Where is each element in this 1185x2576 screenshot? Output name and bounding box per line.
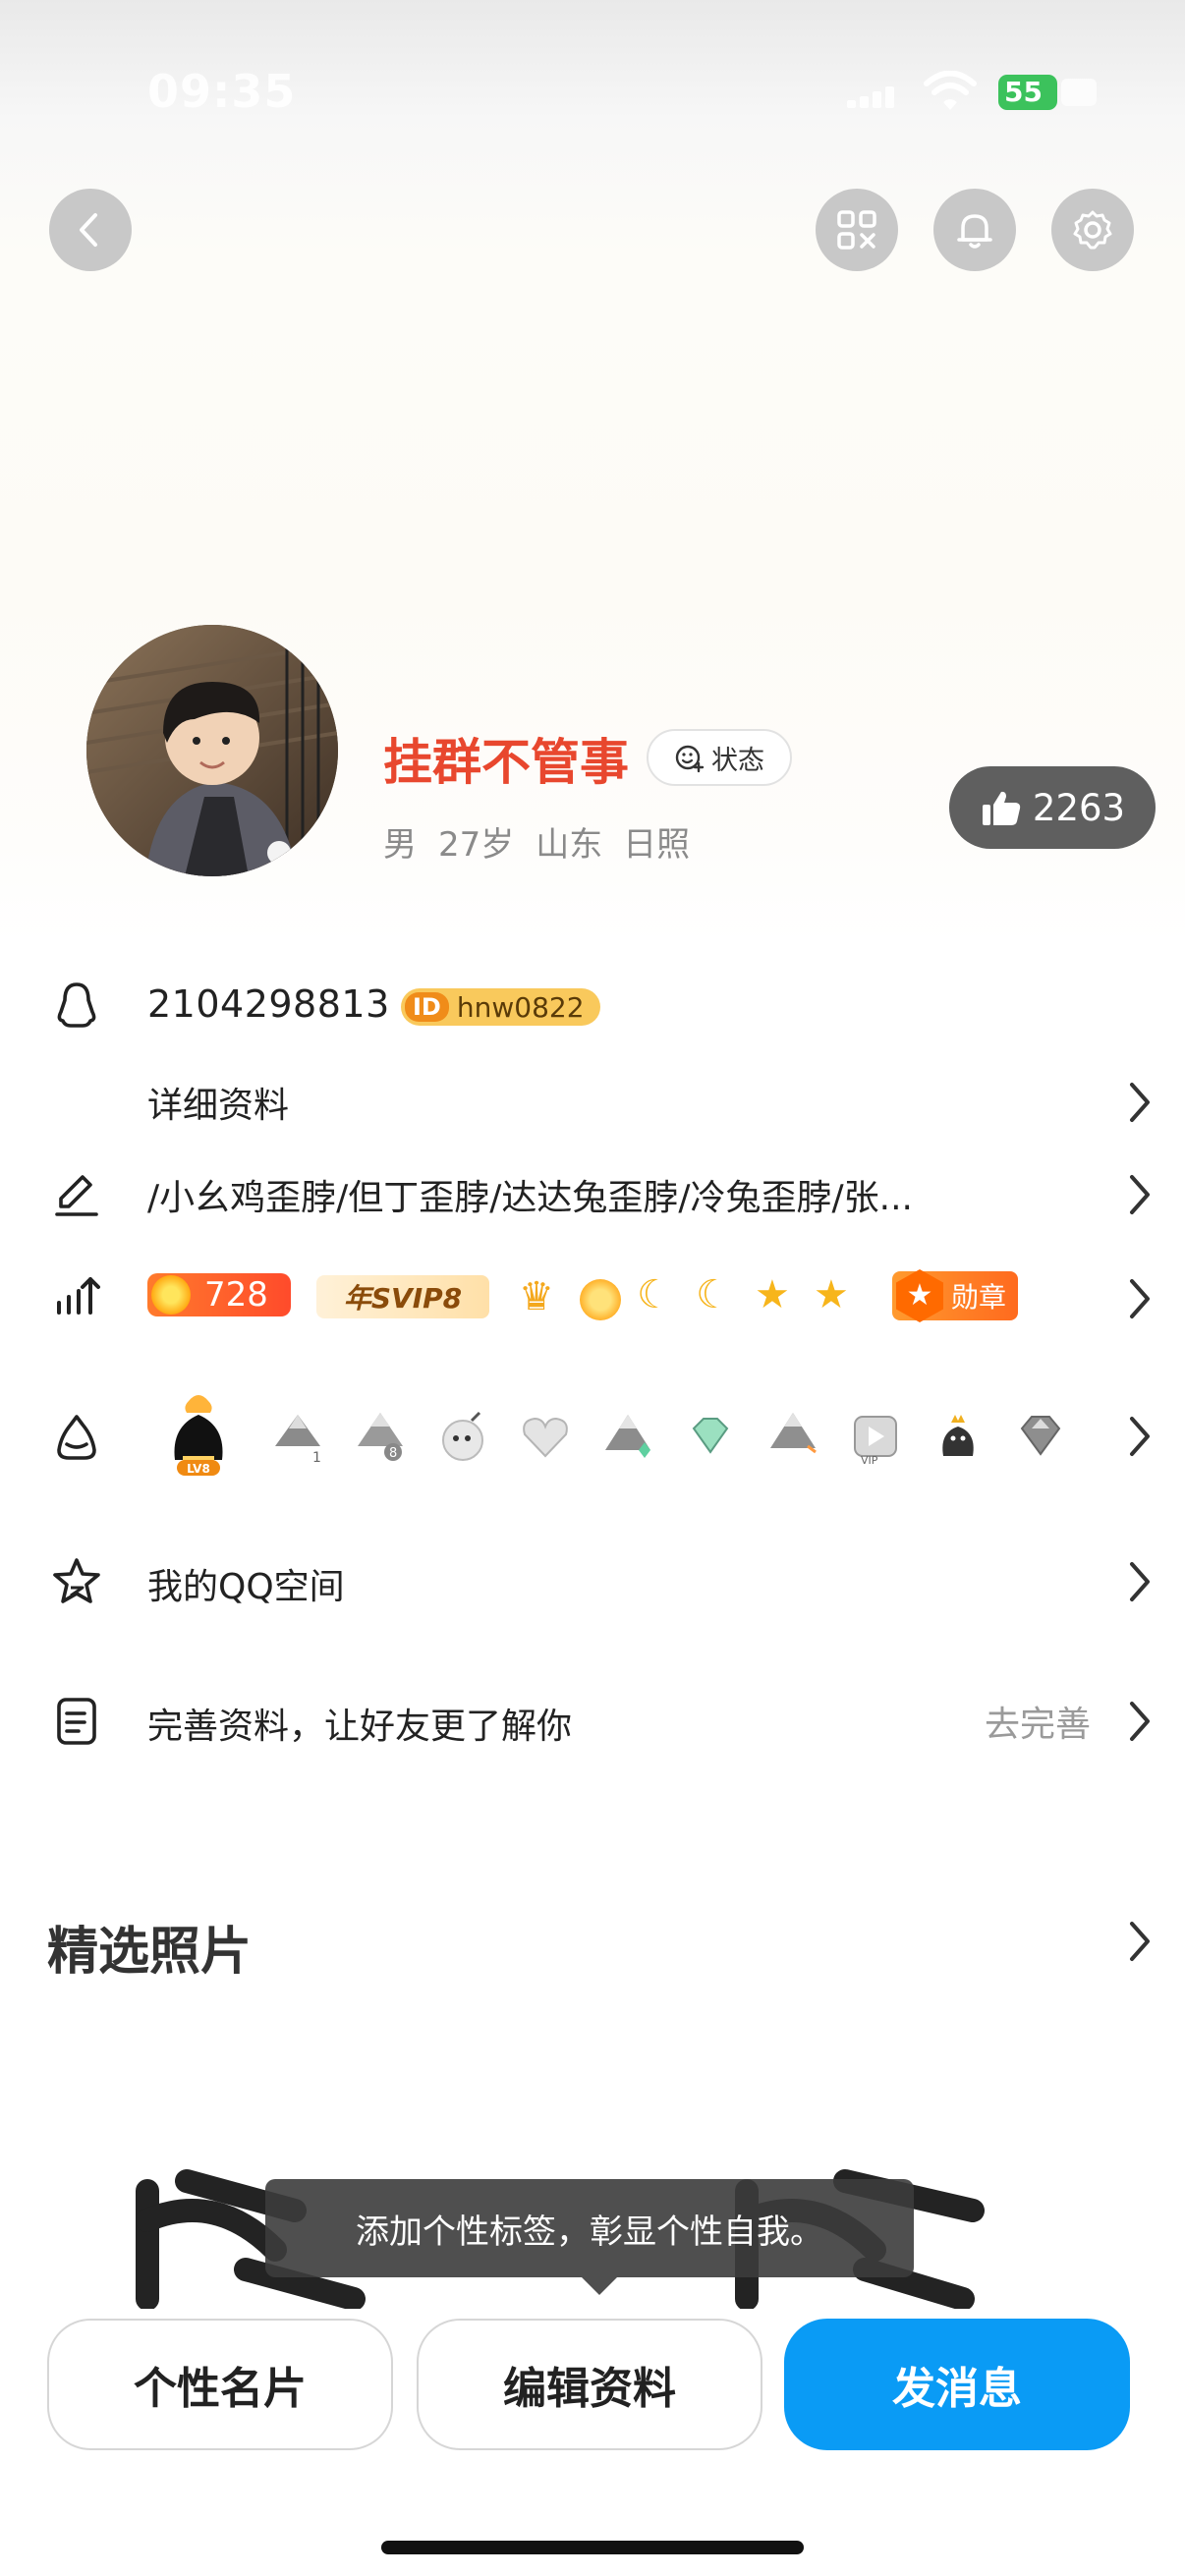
penguin-icon (49, 979, 104, 1034)
status-button[interactable]: 状态 (647, 729, 792, 786)
bomb-badge[interactable] (434, 1407, 491, 1466)
chevron-right-icon (1124, 1411, 1156, 1462)
status-label: 状态 (711, 745, 764, 776)
star-outline-icon (49, 1554, 104, 1609)
mountain-badge-2[interactable] (764, 1407, 821, 1466)
moon-icon: ☾ (637, 1272, 672, 1317)
gear-icon (1073, 210, 1112, 250)
chevron-right-icon (1124, 1696, 1156, 1747)
chevron-left-icon (80, 213, 97, 247)
medal-badge[interactable]: 勋章 (892, 1271, 1018, 1320)
qq-level-badge[interactable]: 728 (147, 1273, 291, 1316)
profile-meta: 男 27岁 山东 日照 (383, 817, 711, 866)
gender: 男 (383, 825, 417, 865)
chevron-right-icon (1124, 1169, 1156, 1220)
like-button[interactable]: 2263 (949, 766, 1156, 849)
lv8-badge[interactable]: LV8 (159, 1391, 238, 1480)
star-icon: ★ (755, 1272, 790, 1317)
chevron-right-icon (1124, 1556, 1156, 1607)
settings-button[interactable] (1051, 189, 1134, 271)
svg-text:VIP: VIP (861, 1454, 878, 1466)
tag-tooltip[interactable]: 添加个性标签，彰显个性自我。 (265, 2179, 914, 2295)
star-icon: ★ (814, 1272, 849, 1317)
mountain-badge-1[interactable]: 1 (269, 1407, 326, 1466)
smile-plus-icon (675, 745, 705, 773)
mountain-badge-8[interactable]: 8 (352, 1407, 409, 1466)
id-badge-prefix: ID (405, 992, 449, 1022)
diamond-badge[interactable] (682, 1407, 739, 1466)
chevron-right-icon (1124, 1077, 1156, 1128)
moon-icon: ☾ (696, 1272, 731, 1317)
notification-button[interactable] (933, 189, 1016, 271)
wifi-icon (924, 70, 977, 114)
id-badge-value: hnw0822 (456, 990, 585, 1024)
chevron-right-icon (1124, 1916, 1156, 1967)
crown-icon: ♛ (519, 1274, 554, 1319)
send-message-button[interactable]: 发消息 (784, 2319, 1130, 2450)
badge-icon (49, 1411, 104, 1466)
heart-badge[interactable] (517, 1407, 574, 1466)
qr-code-button[interactable] (816, 189, 898, 271)
thumbs-up-icon (982, 791, 1021, 825)
qq-number[interactable]: 2104298813 (147, 982, 390, 1026)
document-icon (49, 1694, 104, 1749)
qr-code-icon (837, 210, 876, 250)
avatar[interactable] (86, 625, 338, 876)
mountain-gem-badge[interactable] (599, 1407, 656, 1466)
signal-icon (847, 84, 896, 108)
status-time: 09:35 (147, 65, 297, 118)
video-vip-badge[interactable]: VIP (847, 1407, 904, 1467)
bell-icon (957, 214, 992, 249)
details-row[interactable]: 详细资料 (147, 1077, 289, 1128)
qzone-row[interactable]: 我的QQ空间 (147, 1558, 345, 1609)
penguin-crown-badge[interactable] (930, 1407, 987, 1466)
svip-badge[interactable]: 年SVIP8 (316, 1275, 489, 1318)
like-count: 2263 (1032, 786, 1126, 829)
sun-icon (580, 1279, 621, 1320)
complete-profile-action[interactable]: 去完善 (985, 1696, 1091, 1747)
svg-text:1: 1 (312, 1450, 321, 1466)
gem-badge[interactable] (1012, 1407, 1069, 1466)
battery-indicator: 55 (998, 75, 1097, 110)
signature-text[interactable]: /小幺鸡歪脖/但丁歪脖/达达兔歪脖/冷兔歪脖/张... (147, 1169, 1081, 1220)
back-button[interactable] (49, 189, 132, 271)
id-badge[interactable]: ID hnw0822 (401, 988, 600, 1026)
home-indicator[interactable] (381, 2541, 804, 2554)
chevron-right-icon (1124, 1273, 1156, 1324)
featured-photos-title[interactable]: 精选照片 (47, 1910, 252, 1984)
edit-profile-button[interactable]: 编辑资料 (417, 2319, 762, 2450)
pencil-icon (49, 1167, 104, 1222)
svg-text:8: 8 (389, 1446, 397, 1461)
nickname[interactable]: 挂群不管事 (383, 723, 629, 794)
age: 27岁 (438, 825, 515, 865)
level-up-icon (49, 1269, 104, 1324)
complete-profile-row[interactable]: 完善资料，让好友更了解你 (147, 1698, 572, 1749)
personal-card-button[interactable]: 个性名片 (47, 2319, 393, 2450)
location: 山东 日照 (536, 825, 691, 865)
lv8-label: LV8 (187, 1462, 210, 1476)
